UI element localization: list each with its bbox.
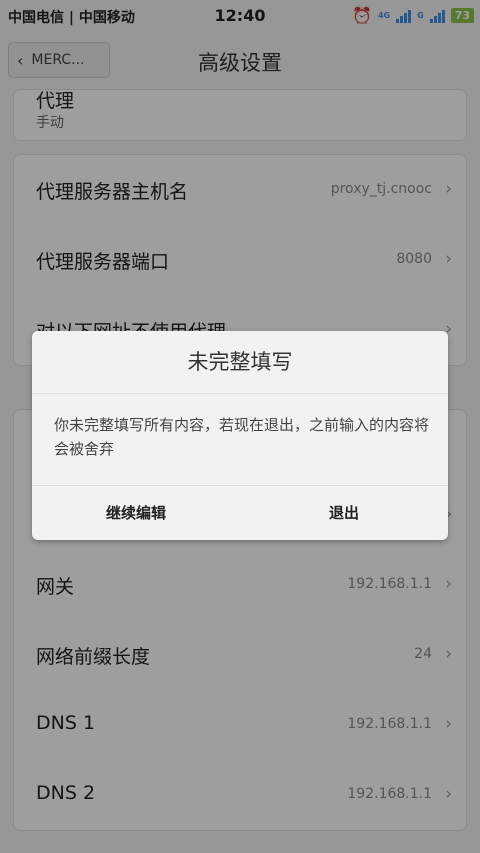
dialog-title: 未完整填写 [32, 331, 448, 394]
dialog-buttons: 继续编辑 退出 [32, 485, 448, 540]
continue-editing-button[interactable]: 继续编辑 [32, 486, 240, 540]
dialog-message: 你未完整填写所有内容，若现在退出，之前输入的内容将会被舍弃 [54, 416, 430, 458]
exit-button[interactable]: 退出 [240, 486, 448, 540]
incomplete-dialog: 未完整填写 你未完整填写所有内容，若现在退出，之前输入的内容将会被舍弃 继续编辑… [32, 331, 448, 540]
